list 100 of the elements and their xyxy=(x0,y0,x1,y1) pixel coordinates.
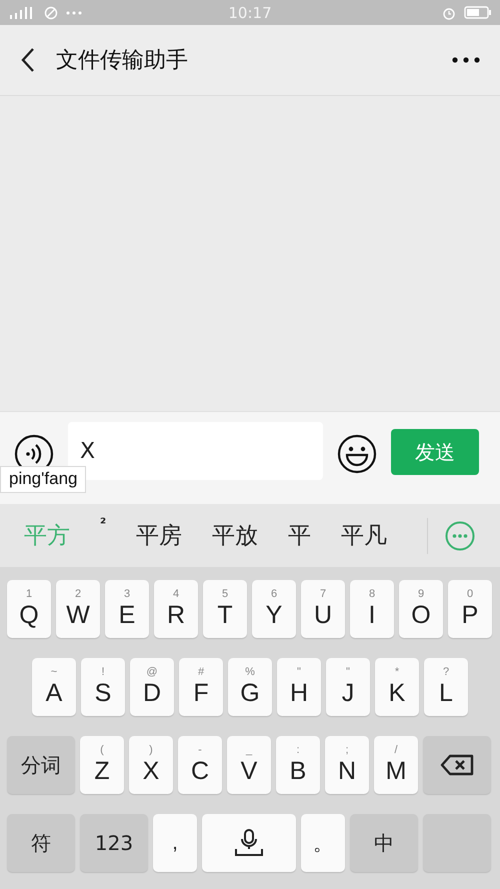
key-hint: 1 xyxy=(26,588,32,600)
key-hint: " xyxy=(297,666,301,678)
key-letter: U xyxy=(314,600,332,630)
key-hint: ( xyxy=(100,744,104,756)
key-letter: R xyxy=(166,600,186,630)
letter-key[interactable]: 5 T xyxy=(203,580,247,638)
key-letter: M xyxy=(386,756,406,786)
candidate-word[interactable]: 平 xyxy=(288,520,312,551)
key-hint: : xyxy=(296,744,300,756)
key-hint: ? xyxy=(442,666,450,678)
letter-key[interactable]: 4 R xyxy=(154,580,198,638)
key-letter: Z xyxy=(94,756,110,786)
key-hint: 4 xyxy=(172,588,180,600)
letter-key[interactable]: / M xyxy=(374,736,418,794)
candidate-word[interactable]: 平凡 xyxy=(341,520,388,551)
letter-key[interactable]: @ D xyxy=(130,658,174,716)
backspace-key[interactable] xyxy=(423,736,491,794)
key-letter: T xyxy=(217,600,233,630)
key-hint: 9 xyxy=(418,588,424,600)
key-hint: ; xyxy=(345,744,349,756)
key-hint: ~ xyxy=(50,666,58,678)
alarm-icon xyxy=(442,6,456,20)
key-letter: O xyxy=(411,600,431,630)
letter-key[interactable]: " H xyxy=(277,658,321,716)
letter-key[interactable]: ? L xyxy=(424,658,468,716)
key-letter: X xyxy=(142,756,160,786)
letter-key[interactable]: 3 E xyxy=(105,580,149,638)
letter-key[interactable]: # F xyxy=(179,658,223,716)
key-letter: G xyxy=(240,678,260,708)
emoji-icon[interactable] xyxy=(337,434,377,474)
key-hint: 5 xyxy=(222,588,228,600)
microphone-icon xyxy=(233,829,265,857)
key-letter: J xyxy=(342,678,354,708)
letter-key[interactable]: 7 U xyxy=(301,580,345,638)
function-key[interactable]: 中 xyxy=(350,814,418,872)
key-letter: K xyxy=(388,678,406,708)
key-hint: 2 xyxy=(74,588,82,600)
key-letter: S xyxy=(94,678,112,708)
key-letter: D xyxy=(142,678,162,708)
letter-key[interactable]: " J xyxy=(326,658,370,716)
key-hint: 7 xyxy=(320,588,326,600)
key-letter: P xyxy=(462,600,478,630)
key-hint: " xyxy=(346,666,350,678)
key-letter: I xyxy=(368,600,376,630)
punctuation-key[interactable]: 。 xyxy=(301,814,345,872)
key-hint: _ xyxy=(246,744,252,756)
key-letter: E xyxy=(118,600,136,630)
letter-key[interactable]: % G xyxy=(228,658,272,716)
letter-key[interactable]: 6 Y xyxy=(252,580,296,638)
key-hint: # xyxy=(198,666,204,678)
letter-key[interactable]: 1 Q xyxy=(7,580,51,638)
key-letter: W xyxy=(66,600,90,630)
letter-key[interactable]: ; N xyxy=(325,736,369,794)
more-icon xyxy=(66,10,82,14)
key-letter: B xyxy=(290,756,306,786)
letter-key[interactable]: * K xyxy=(375,658,419,716)
key-letter: V xyxy=(240,756,258,786)
back-icon[interactable] xyxy=(20,47,36,73)
letter-key[interactable]: 0 P xyxy=(448,580,492,638)
key-hint: ! xyxy=(101,666,105,678)
letter-key[interactable]: 2 W xyxy=(56,580,100,638)
composition-tooltip: ping'fang xyxy=(0,466,86,493)
key-hint: * xyxy=(394,666,400,678)
punctuation-key[interactable]: , xyxy=(153,814,197,872)
backspace-icon xyxy=(440,754,474,776)
key-hint: - xyxy=(198,744,202,756)
key-hint: 8 xyxy=(368,588,376,600)
key-hint: 6 xyxy=(270,588,278,600)
key-hint: / xyxy=(394,744,398,756)
key-letter: A xyxy=(46,678,62,708)
letter-key[interactable]: ! S xyxy=(81,658,125,716)
space-key[interactable] xyxy=(202,814,296,872)
key-letter: F xyxy=(193,678,209,708)
function-key[interactable]: 123 xyxy=(80,814,148,872)
letter-key[interactable]: _ V xyxy=(227,736,271,794)
candidate-word[interactable]: 平放 xyxy=(212,520,258,551)
letter-key[interactable]: ) X xyxy=(129,736,173,794)
more-icon[interactable] xyxy=(452,57,480,63)
key-letter: N xyxy=(338,756,356,786)
key-letter: Q xyxy=(19,600,39,630)
letter-key[interactable]: 8 I xyxy=(350,580,394,638)
key-hint: 0 xyxy=(466,588,474,600)
letter-key[interactable]: : B xyxy=(276,736,320,794)
candidate-word[interactable]: ² xyxy=(100,516,106,532)
function-key[interactable]: 分词 xyxy=(7,736,75,794)
candidate-word[interactable]: 平房 xyxy=(136,520,182,551)
letter-key[interactable]: - C xyxy=(178,736,222,794)
key-hint: ) xyxy=(149,744,153,756)
letter-key[interactable]: ( Z xyxy=(80,736,124,794)
letter-key[interactable]: ~ A xyxy=(32,658,76,716)
key-letter: Y xyxy=(266,600,282,630)
key-letter: H xyxy=(290,678,308,708)
key-hint: @ xyxy=(146,666,158,678)
function-key[interactable]: 符 xyxy=(7,814,75,872)
key-hint: 3 xyxy=(124,588,130,600)
key-letter: C xyxy=(190,756,210,786)
key-letter: L xyxy=(439,678,453,708)
letter-key[interactable]: 9 O xyxy=(399,580,443,638)
key-hint: % xyxy=(245,666,255,678)
battery-icon xyxy=(464,6,492,19)
